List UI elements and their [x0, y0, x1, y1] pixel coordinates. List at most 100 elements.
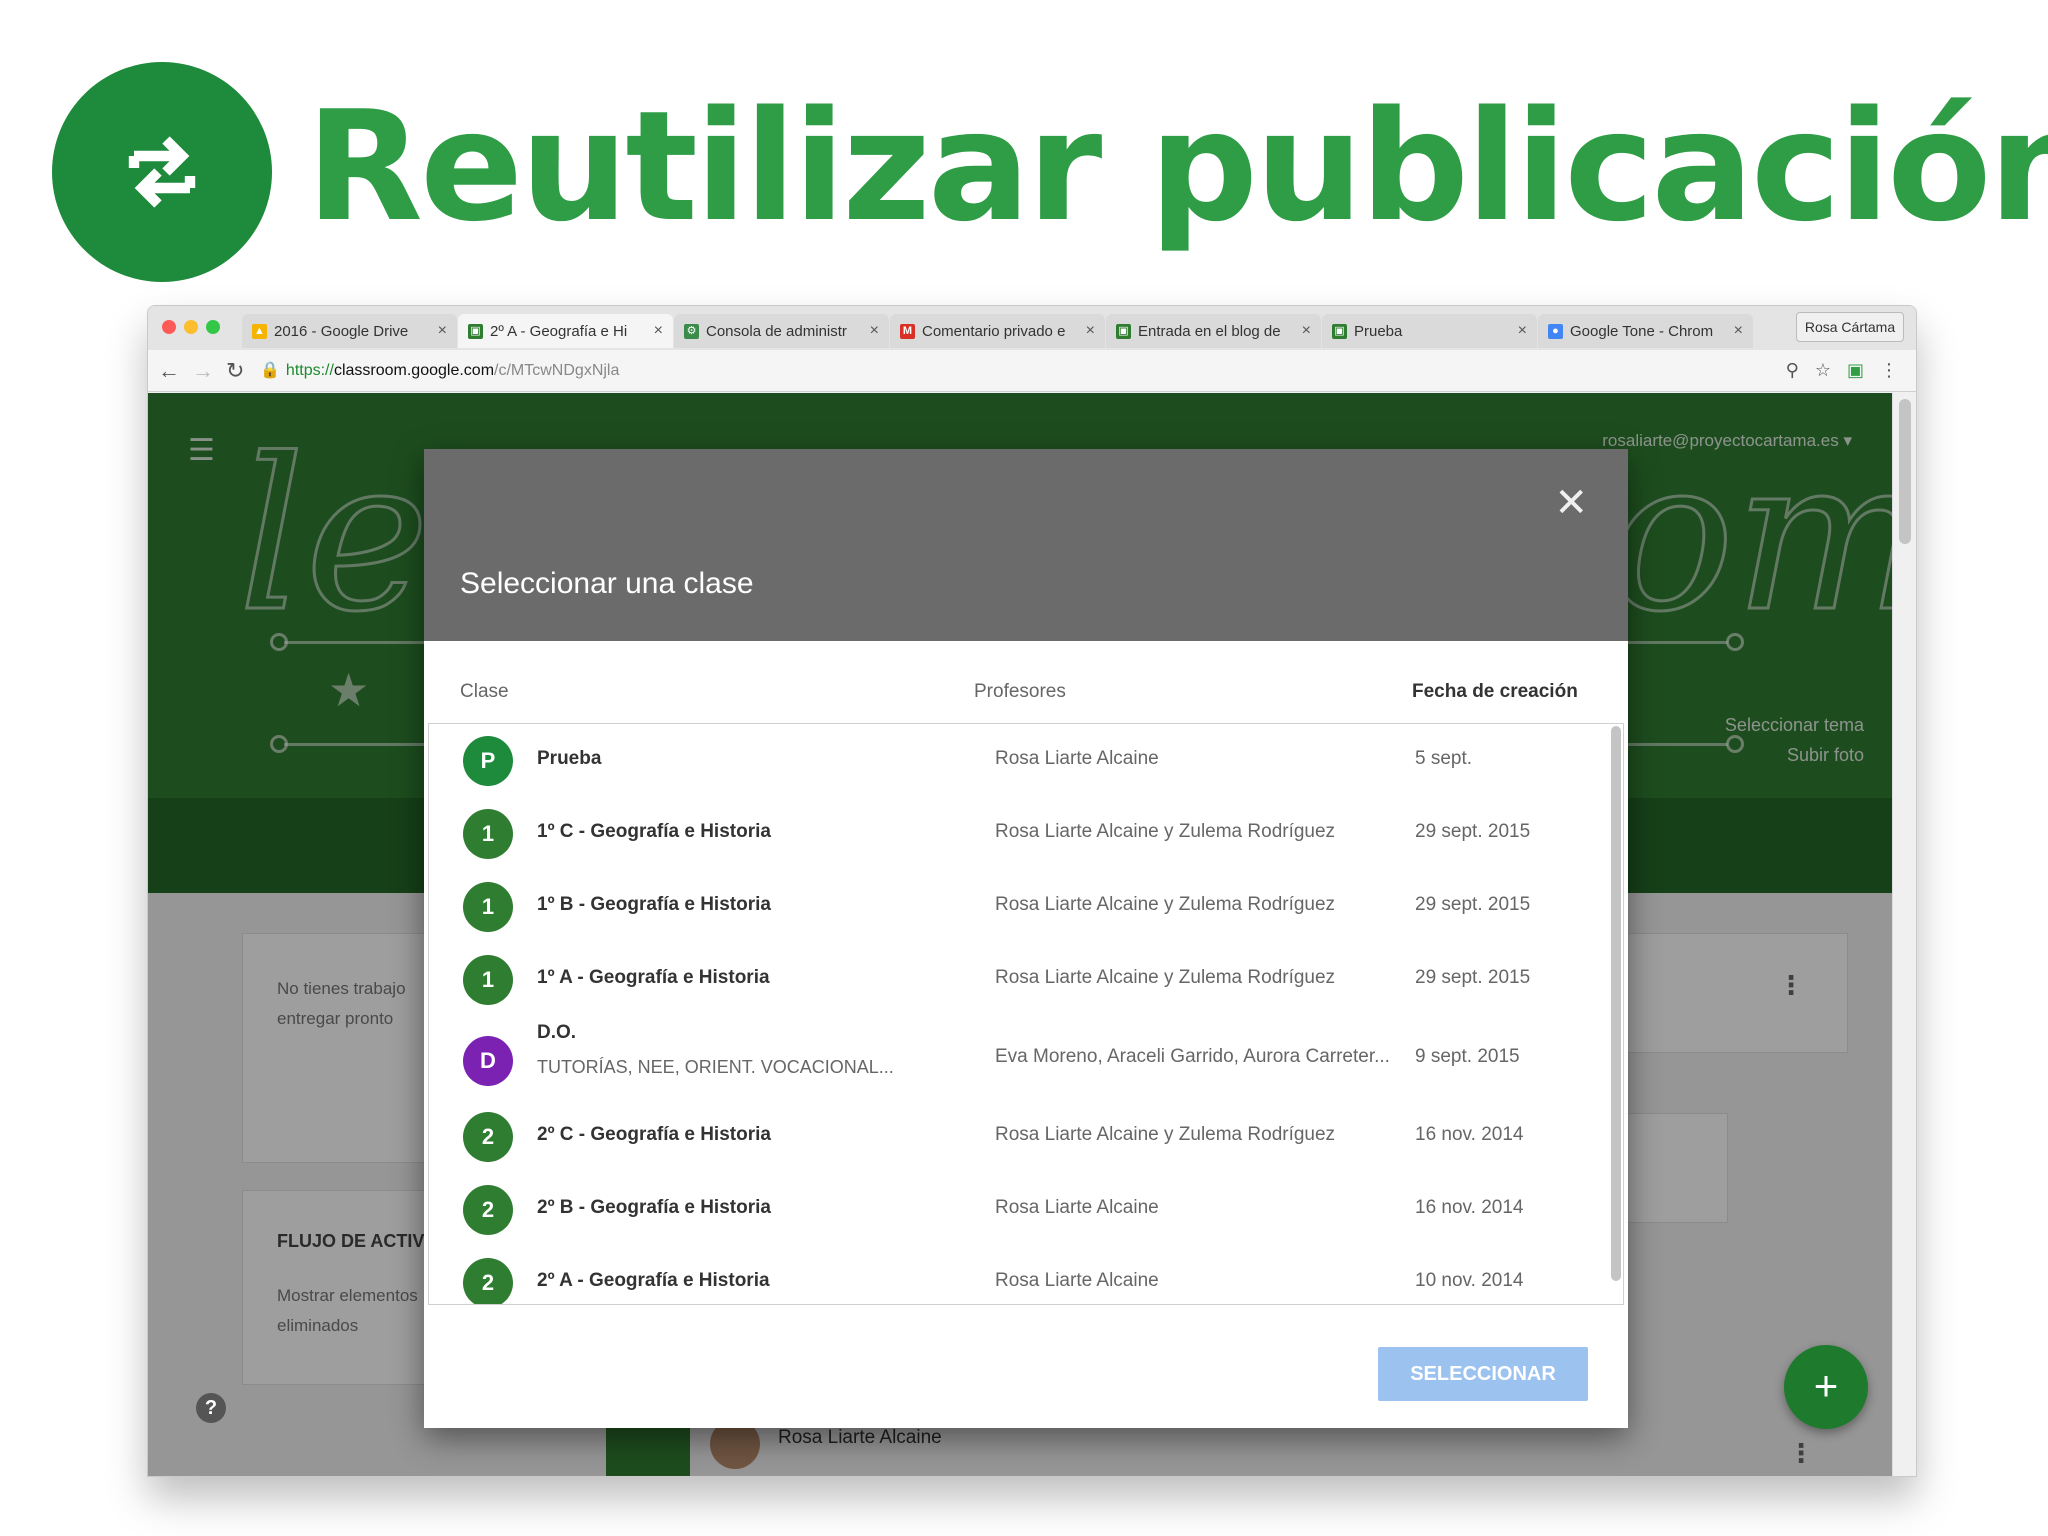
browser-tab-title: Google Tone - Chrom: [1570, 322, 1714, 340]
close-tab-icon[interactable]: ×: [654, 322, 663, 340]
column-header-teachers[interactable]: Profesores: [974, 681, 1066, 703]
class-teachers: Eva Moreno, Araceli Garrido, Aurora Carr…: [995, 1046, 1390, 1067]
class-date: 29 sept. 2015: [1415, 967, 1531, 988]
class-date: 29 sept. 2015: [1415, 821, 1531, 842]
bookmark-star-icon[interactable]: ☆: [1815, 360, 1831, 381]
close-tab-icon[interactable]: ×: [870, 322, 879, 340]
class-row[interactable]: 1 1º A - Geografía e Historia Rosa Liarte …: [429, 943, 1609, 1016]
minimize-window-button[interactable]: [184, 320, 198, 334]
class-list: P Prueba Rosa Liarte Alcaine 5 sept. 1 1º C -…: [428, 723, 1624, 1305]
class-teachers: Rosa Liarte Alcaine: [995, 1270, 1159, 1291]
dialog-title: Seleccionar una clase: [460, 567, 754, 600]
class-avatar: 2: [463, 1258, 513, 1304]
class-name: 1º B - Geografía e Historia: [537, 894, 771, 915]
url-field[interactable]: 🔒 https://classroom.google.com/c/MTcwNDgx…: [260, 357, 1820, 385]
class-row[interactable]: P Prueba Rosa Liarte Alcaine 5 sept.: [429, 724, 1609, 797]
page-scrollbar-thumb[interactable]: [1899, 399, 1911, 544]
google-drive-icon: ▲: [252, 323, 267, 339]
class-row[interactable]: D D.O. TUTORÍAS, NEE, ORIENT. VOCACIONAL..…: [429, 1012, 1609, 1086]
class-name: D.O.: [537, 1022, 577, 1043]
close-tab-icon[interactable]: ×: [1086, 322, 1095, 340]
help-icon[interactable]: ?: [196, 1393, 226, 1423]
browser-tab-title: Consola de administr: [706, 322, 847, 340]
address-bar-actions: ⚲ ☆ ▣ ⋮: [1786, 360, 1898, 381]
browser-tab[interactable]: ⚙ Consola de administr ×: [674, 314, 889, 348]
zoom-window-button[interactable]: [206, 320, 220, 334]
class-teachers: Rosa Liarte Alcaine y Zulema Rodríguez: [995, 821, 1336, 842]
class-date: 29 sept. 2015: [1415, 894, 1531, 915]
lock-icon: 🔒: [260, 362, 280, 379]
class-row[interactable]: 2 2º C - Geografía e Historia Rosa Liarte …: [429, 1100, 1609, 1173]
browser-tabs: ▲ 2016 - Google Drive × ▣ 2º A - Geografía e…: [242, 314, 1754, 348]
browser-tab-title: Prueba: [1354, 322, 1403, 340]
browser-window: ▲ 2016 - Google Drive × ▣ 2º A - Geografía e…: [147, 305, 1917, 1477]
close-tab-icon[interactable]: ×: [438, 322, 447, 340]
class-teachers: Rosa Liarte Alcaine y Zulema Rodríguez: [995, 967, 1336, 988]
class-name: Prueba: [537, 748, 602, 769]
class-avatar: 1: [463, 809, 513, 859]
class-row[interactable]: 1 1º C - Geografía e Historia Rosa Liarte …: [429, 797, 1609, 870]
class-avatar: 2: [463, 1112, 513, 1162]
browser-tab[interactable]: ▣ 2º A - Geografía e Hi ×: [458, 314, 673, 348]
reuse-badge: [52, 62, 272, 282]
forward-icon[interactable]: →: [192, 358, 214, 384]
gmail-icon: M: [900, 323, 915, 339]
select-button[interactable]: SELECCIONAR: [1378, 1347, 1588, 1401]
class-avatar: 2: [463, 1185, 513, 1235]
tab-bar: ▲ 2016 - Google Drive × ▣ 2º A - Geografía e…: [148, 306, 1916, 350]
url-scheme: https://: [285, 362, 334, 379]
page-scrollbar[interactable]: [1892, 393, 1916, 1476]
classroom-extension-icon[interactable]: ▣: [1847, 360, 1864, 381]
browser-tab[interactable]: ● Google Tone - Chrom ×: [1538, 314, 1753, 348]
dialog-header: ✕ Seleccionar una clase: [424, 449, 1628, 641]
url-path: /c/MTcwNDgxNjla: [494, 362, 620, 379]
close-icon[interactable]: ✕: [1554, 483, 1588, 523]
hero-title: Reutilizar publicación: [306, 78, 2048, 255]
browser-tab[interactable]: ▣ Entrada en el blog de ×: [1106, 314, 1321, 348]
class-teachers: Rosa Liarte Alcaine: [995, 748, 1159, 769]
class-row[interactable]: 2 2º B - Geografía e Historia Rosa Liarte …: [429, 1173, 1609, 1246]
browser-tab[interactable]: ▲ 2016 - Google Drive ×: [242, 314, 457, 348]
admin-console-icon: ⚙: [684, 323, 699, 339]
browser-tab-title: Comentario privado e: [922, 322, 1066, 340]
menu-kebab-icon[interactable]: ⋮: [1880, 360, 1898, 381]
class-avatar: 1: [463, 882, 513, 932]
browser-tab[interactable]: ▣ Prueba ×: [1322, 314, 1537, 348]
class-teachers: Rosa Liarte Alcaine y Zulema Rodríguez: [995, 1124, 1336, 1145]
reload-icon[interactable]: ↻: [226, 358, 244, 384]
page-viewport: ☰ lec om ★ rosaliarte@proyectocartama.es…: [148, 393, 1894, 1476]
class-teachers: Rosa Liarte Alcaine: [995, 1197, 1159, 1218]
class-name: 2º C - Geografía e Historia: [537, 1124, 771, 1145]
url-host: classroom.google.com: [333, 362, 495, 379]
class-avatar: P: [463, 736, 513, 786]
close-window-button[interactable]: [162, 320, 176, 334]
class-date: 9 sept. 2015: [1415, 1046, 1520, 1067]
class-name: 1º C - Geografía e Historia: [537, 821, 771, 842]
browser-tab-title: 2016 - Google Drive: [274, 322, 409, 340]
zoom-icon[interactable]: ⚲: [1786, 360, 1799, 381]
close-tab-icon[interactable]: ×: [1302, 322, 1311, 340]
chrome-store-icon: ●: [1548, 323, 1563, 339]
column-header-date[interactable]: Fecha de creación: [1412, 681, 1578, 703]
classroom-icon: ▣: [468, 323, 483, 339]
browser-tab-title: 2º A - Geografía e Hi: [490, 322, 628, 340]
class-date: 10 nov. 2014: [1415, 1270, 1524, 1291]
list-scrollbar[interactable]: [1611, 726, 1621, 1281]
class-avatar: D: [463, 1036, 513, 1086]
class-name: 2º A - Geografía e Historia: [537, 1270, 770, 1291]
class-row[interactable]: 2 2º A - Geografía e Historia Rosa Liarte …: [429, 1246, 1609, 1304]
profile-button[interactable]: Rosa Cártama: [1796, 312, 1904, 342]
class-date: 5 sept.: [1415, 748, 1473, 769]
browser-tab-title: Entrada en el blog de: [1138, 322, 1281, 340]
column-header-class[interactable]: Clase: [460, 681, 509, 703]
class-date: 16 nov. 2014: [1415, 1124, 1524, 1145]
class-row[interactable]: 1 1º B - Geografía e Historia Rosa Liarte …: [429, 870, 1609, 943]
close-tab-icon[interactable]: ×: [1734, 322, 1743, 340]
select-class-dialog: ✕ Seleccionar una clase Clase Profesores…: [424, 449, 1628, 1428]
classroom-icon: ▣: [1332, 323, 1347, 339]
class-name: 1º A - Geografía e Historia: [537, 967, 770, 988]
close-tab-icon[interactable]: ×: [1518, 322, 1527, 340]
create-fab-button[interactable]: +: [1784, 1345, 1868, 1429]
back-icon[interactable]: ←: [158, 358, 180, 384]
browser-tab[interactable]: M Comentario privado e ×: [890, 314, 1105, 348]
